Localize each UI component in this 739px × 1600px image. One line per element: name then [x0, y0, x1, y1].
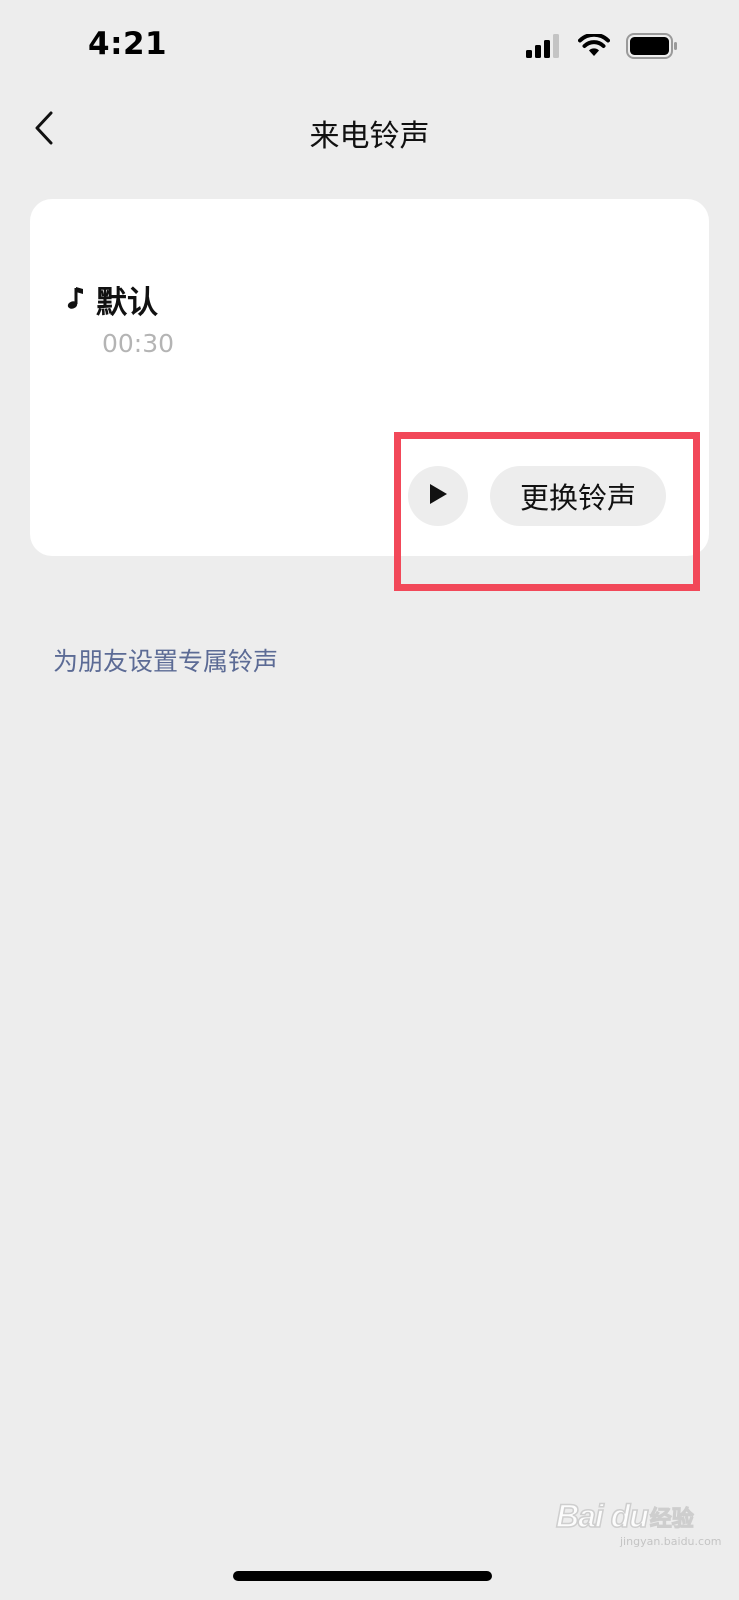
ringtone-duration: 00:30: [102, 329, 175, 358]
battery-icon: [626, 33, 678, 63]
wifi-icon: [578, 32, 610, 62]
nav-bar: 来电铃声: [0, 96, 739, 166]
ringtone-card: 默认 00:30 更换铃声: [30, 199, 709, 556]
status-time: 4:21: [88, 26, 168, 62]
set-friend-ringtone-link[interactable]: 为朋友设置专属铃声: [53, 642, 278, 678]
baidu-watermark: Bai du 经验: [555, 1497, 694, 1535]
page-title: 来电铃声: [309, 119, 430, 154]
ringtone-row: 默认: [66, 277, 158, 322]
ringtone-name: 默认: [96, 285, 158, 321]
watermark-url: jingyan.baidu.com: [620, 1535, 722, 1548]
signal-icon: [526, 34, 562, 62]
status-bar: 4:21: [0, 0, 739, 100]
play-icon: [427, 482, 449, 510]
home-indicator: [233, 1571, 492, 1581]
play-button[interactable]: [408, 466, 468, 526]
watermark-brand: Bai du: [555, 1497, 649, 1535]
music-note-icon: [66, 283, 88, 317]
watermark-suffix: 经验: [649, 1506, 694, 1532]
change-ringtone-button[interactable]: 更换铃声: [490, 466, 666, 526]
status-icons: [526, 32, 678, 63]
